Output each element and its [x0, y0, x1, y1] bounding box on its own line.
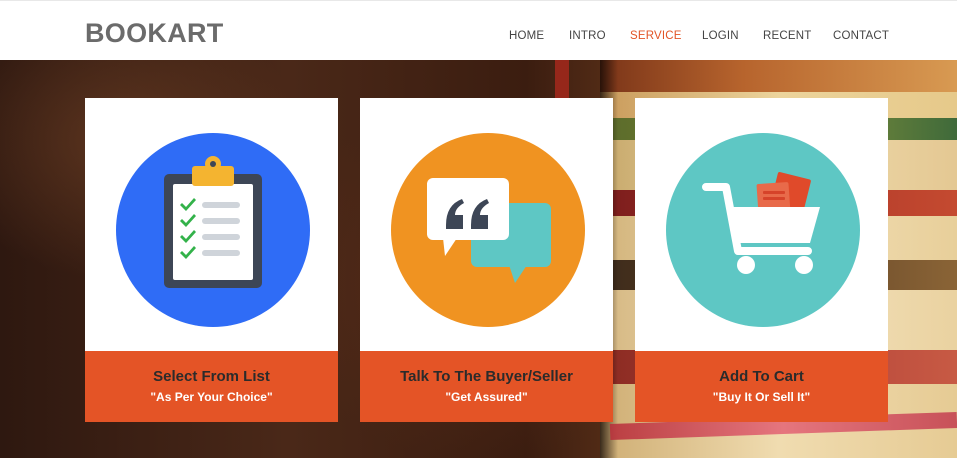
card-caption: Talk To The Buyer/Seller "Get Assured": [360, 351, 613, 422]
clipboard-checklist-icon: [116, 133, 310, 327]
chat-bubbles-quote-icon: [391, 133, 585, 327]
card-subtitle: "Get Assured": [445, 390, 528, 404]
service-card-cart[interactable]: Add To Cart "Buy It Or Sell It": [635, 98, 888, 422]
card-title: Select From List: [153, 368, 270, 385]
service-card-select[interactable]: Select From List "As Per Your Choice": [85, 98, 338, 422]
shopping-cart-books-icon: [666, 133, 860, 327]
main-nav: HOME INTRO SERVICE LOGIN RECENT CONTACT: [0, 30, 957, 44]
card-caption: Add To Cart "Buy It Or Sell It": [635, 351, 888, 422]
service-card-talk[interactable]: Talk To The Buyer/Seller "Get Assured": [360, 98, 613, 422]
nav-service[interactable]: SERVICE: [630, 30, 682, 42]
nav-home[interactable]: HOME: [509, 30, 544, 42]
card-subtitle: "Buy It Or Sell It": [712, 390, 811, 404]
nav-contact[interactable]: CONTACT: [833, 30, 889, 42]
card-title: Add To Cart: [719, 368, 804, 385]
site-header: BOOKART HOME INTRO SERVICE LOGIN RECENT …: [0, 0, 957, 60]
book-spine: [600, 60, 957, 92]
nav-recent[interactable]: RECENT: [763, 30, 811, 42]
nav-login[interactable]: LOGIN: [702, 30, 739, 42]
card-subtitle: "As Per Your Choice": [150, 390, 273, 404]
nav-intro[interactable]: INTRO: [569, 30, 606, 42]
card-caption: Select From List "As Per Your Choice": [85, 351, 338, 422]
card-title: Talk To The Buyer/Seller: [400, 368, 573, 385]
